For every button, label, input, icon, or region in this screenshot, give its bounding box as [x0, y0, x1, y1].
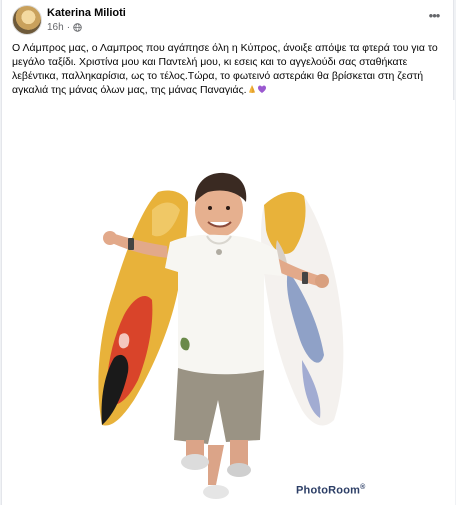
post-header: Katerina Milioti 16h · •••	[12, 5, 445, 35]
globe-icon	[73, 23, 82, 32]
left-wing	[98, 190, 188, 426]
angel-boy-illustration	[98, 172, 344, 499]
praying-hands-icon	[248, 85, 255, 93]
right-wing	[261, 191, 344, 426]
post-meta: 16h ·	[47, 22, 82, 33]
post-photo[interactable]	[2, 100, 455, 505]
purple-heart-icon	[257, 85, 266, 93]
post-card: Katerina Milioti 16h · ••• Ο Λάμπρος μας…	[1, 0, 455, 505]
author-avatar[interactable]	[12, 5, 42, 35]
post-text: Ο Λάμπρος μας, ο Λαμπρος που αγάπησε όλη…	[12, 41, 448, 97]
photoroom-watermark: PhotoRoom®	[296, 484, 366, 497]
post-body: Ο Λάμπρος μας, ο Λαμπρος που αγάπησε όλη…	[12, 42, 438, 96]
author-name[interactable]: Katerina Milioti	[47, 7, 126, 19]
more-options-button[interactable]: •••	[425, 9, 443, 23]
post-time[interactable]: 16h	[47, 22, 64, 33]
